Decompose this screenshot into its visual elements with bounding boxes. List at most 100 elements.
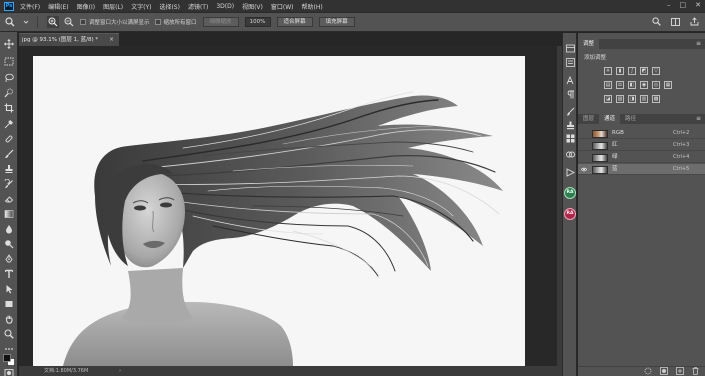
menu-help[interactable]: 帮助(H)	[302, 2, 323, 11]
channel-row-rgb[interactable]: RGB Ctrl+2	[578, 128, 705, 139]
posterize-icon[interactable]: ▨	[616, 95, 624, 103]
ra-red-button[interactable]: RA	[564, 208, 576, 220]
search-icon[interactable]	[652, 17, 661, 28]
threshold-icon[interactable]: ◨	[628, 95, 636, 103]
black-white-icon[interactable]: ◧	[628, 81, 636, 89]
menu-view[interactable]: 视图(V)	[242, 2, 263, 11]
zoom-in-icon[interactable]	[47, 16, 59, 28]
eyedropper-tool-icon[interactable]	[3, 118, 15, 130]
tab-channels[interactable]: 通道	[599, 114, 621, 124]
dodge-tool-icon[interactable]	[3, 238, 15, 250]
hand-tool-icon[interactable]	[3, 313, 15, 325]
selective-color-icon[interactable]: ▩	[652, 95, 660, 103]
new-channel-icon[interactable]	[676, 366, 684, 376]
photoshop-logo: Ps	[4, 1, 14, 11]
levels-icon[interactable]: ▮	[616, 67, 624, 75]
blur-tool-icon[interactable]	[3, 223, 15, 235]
status-menu-arrow[interactable]: ›	[119, 366, 121, 376]
marquee-tool-icon[interactable]	[3, 55, 15, 67]
share-icon[interactable]	[690, 17, 699, 28]
move-tool-icon[interactable]	[3, 38, 15, 50]
brush-settings-icon[interactable]	[565, 106, 576, 117]
resize-windows-checkbox[interactable]: 调整窗口大小以满屏显示	[80, 18, 150, 26]
channel-row-green[interactable]: 绿 Ctrl+4	[578, 152, 705, 163]
channel-row-blue[interactable]: 蓝 Ctrl+5	[578, 164, 705, 175]
invert-icon[interactable]: ◪	[604, 95, 612, 103]
checkbox-box[interactable]	[80, 19, 86, 25]
load-selection-icon[interactable]	[644, 367, 652, 376]
clone-stamp-tool-icon[interactable]	[3, 163, 15, 175]
gradient-tool-icon[interactable]	[3, 208, 15, 220]
panel-menu-icon[interactable]: ≡	[696, 40, 701, 47]
brush-tool-icon[interactable]	[3, 148, 15, 160]
vibrance-icon[interactable]: ▽	[652, 67, 660, 75]
curves-icon[interactable]: ∫	[628, 67, 636, 75]
photo-filter-icon[interactable]: ◉	[640, 81, 648, 89]
menu-image[interactable]: 图像(I)	[77, 2, 95, 11]
hue-saturation-icon[interactable]: ▤	[604, 81, 612, 89]
quick-mask-icon[interactable]	[3, 367, 15, 376]
zoom-tool-icon[interactable]	[3, 328, 15, 340]
fill-screen-button[interactable]: 填充屏幕	[318, 17, 355, 27]
menu-layer[interactable]: 图层(L)	[103, 2, 123, 11]
chevron-down-icon[interactable]	[20, 16, 32, 28]
eye-icon[interactable]	[581, 167, 587, 172]
zoom-out-icon[interactable]	[63, 16, 75, 28]
close-window-button[interactable]: ✕	[695, 1, 701, 9]
menu-edit[interactable]: 编辑(E)	[48, 2, 68, 11]
menu-window[interactable]: 窗口(W)	[271, 2, 294, 11]
color-swatches-icon[interactable]	[3, 354, 15, 366]
panel-menu-icon[interactable]: ≡	[696, 115, 701, 122]
plugin-panel-icon[interactable]	[565, 167, 576, 178]
eraser-tool-icon[interactable]	[3, 193, 15, 205]
color-balance-icon[interactable]: ⚖	[616, 81, 624, 89]
document-canvas[interactable]	[33, 56, 525, 366]
scrubby-zoom-button[interactable]: 细微缩放	[202, 17, 239, 27]
menu-type[interactable]: 文字(Y)	[131, 2, 151, 11]
healing-brush-tool-icon[interactable]	[3, 133, 15, 145]
clone-source-icon[interactable]	[565, 120, 576, 131]
libraries-icon[interactable]	[565, 149, 576, 160]
menu-3d[interactable]: 3D(D)	[216, 3, 234, 10]
adjustment-row-1: ☀ ▮ ∫ ◩ ▽	[604, 67, 660, 75]
properties-panel-icon[interactable]	[565, 57, 576, 68]
path-selection-tool-icon[interactable]	[3, 283, 15, 295]
rectangle-tool-icon[interactable]	[3, 298, 15, 310]
swatches-panel-icon[interactable]	[565, 133, 576, 144]
menu-select[interactable]: 选择(S)	[159, 2, 180, 11]
document-tab[interactable]: jpg @ 93.1% (图层 1, 蓝/8) *	[19, 33, 119, 46]
ra-green-button[interactable]: RA	[564, 187, 576, 199]
gradient-map-icon[interactable]: ▥	[640, 95, 648, 103]
zoom-tool-preset-icon[interactable]	[4, 16, 16, 28]
menu-filter[interactable]: 滤镜(T)	[188, 2, 208, 11]
channel-row-red[interactable]: 红 Ctrl+3	[578, 140, 705, 151]
zoom-all-windows-checkbox[interactable]: 缩放所有窗口	[154, 18, 197, 26]
tab-paths[interactable]: 路径	[620, 114, 641, 124]
zoom-percent-field[interactable]: 100%	[244, 17, 271, 27]
paragraph-panel-icon[interactable]	[565, 89, 576, 100]
fit-screen-button[interactable]: 适合屏幕	[276, 17, 313, 27]
close-tab-icon[interactable]: ×	[109, 33, 114, 46]
history-panel-icon[interactable]	[565, 43, 576, 54]
quick-selection-tool-icon[interactable]	[3, 87, 15, 99]
trash-icon[interactable]	[692, 366, 699, 376]
tab-layers[interactable]: 图层	[578, 114, 599, 124]
pen-tool-icon[interactable]	[3, 253, 15, 265]
save-selection-icon[interactable]	[660, 366, 668, 376]
character-panel-icon[interactable]	[565, 75, 576, 86]
channel-name: RGB	[612, 130, 624, 136]
exposure-icon[interactable]: ◩	[640, 67, 648, 75]
type-tool-icon[interactable]	[3, 268, 15, 280]
lasso-tool-icon[interactable]	[3, 72, 15, 84]
tab-adjustments[interactable]: 调整	[578, 39, 600, 49]
workspace-icon[interactable]	[671, 17, 680, 28]
channel-mixer-icon[interactable]: ◎	[652, 81, 660, 89]
history-brush-tool-icon[interactable]	[3, 178, 15, 190]
brightness-contrast-icon[interactable]: ☀	[604, 67, 612, 75]
checkbox-box[interactable]	[154, 19, 161, 25]
color-lookup-icon[interactable]: ▦	[664, 81, 672, 89]
menu-file[interactable]: 文件(F)	[20, 2, 40, 11]
minimize-button[interactable]: –	[667, 1, 671, 9]
maximize-button[interactable]: □	[680, 1, 687, 9]
crop-tool-icon[interactable]	[3, 102, 15, 114]
